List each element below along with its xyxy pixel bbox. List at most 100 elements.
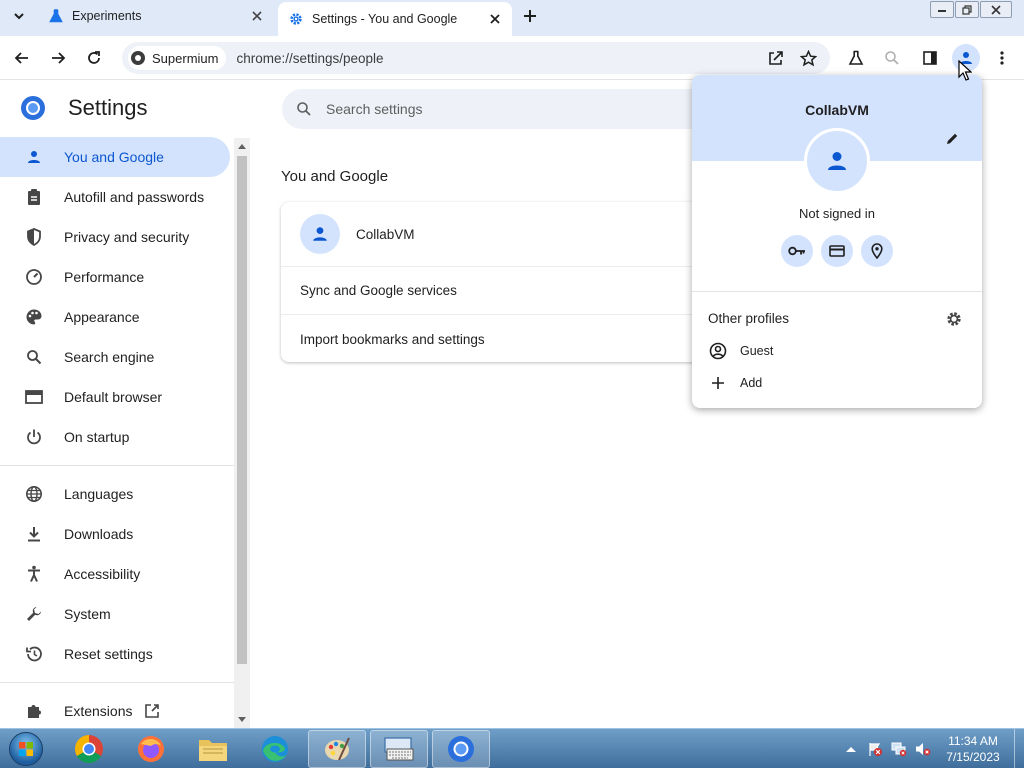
sidebar-item-label: Autofill and passwords: [64, 189, 205, 205]
sidebar-item-label: Performance: [64, 269, 145, 285]
url-text[interactable]: chrome://settings/people: [236, 51, 383, 66]
guest-profile-item[interactable]: Guest: [708, 339, 773, 363]
experiments-button[interactable]: [842, 44, 870, 72]
search-lens-button[interactable]: [878, 44, 906, 72]
scroll-down-arrow-icon[interactable]: [234, 712, 250, 728]
tab-settings[interactable]: Settings - You and Google: [278, 2, 512, 36]
reload-icon: [88, 51, 100, 64]
reload-button[interactable]: [80, 44, 108, 72]
taskbar-paint[interactable]: [308, 730, 366, 768]
manage-profiles-button[interactable]: [944, 309, 964, 329]
back-button[interactable]: [8, 44, 36, 72]
sync-services-row[interactable]: Sync and Google services: [281, 267, 711, 315]
address-bar[interactable]: Supermium chrome://settings/people: [122, 42, 830, 74]
volume-muted-icon[interactable]: [914, 740, 932, 758]
mouse-cursor: [958, 59, 973, 82]
tab-title: Settings - You and Google: [312, 12, 458, 26]
download-icon: [24, 524, 44, 544]
forward-button[interactable]: [44, 44, 72, 72]
pencil-icon: [947, 133, 958, 144]
sidebar-item-label: Languages: [64, 486, 134, 502]
start-button[interactable]: [4, 730, 48, 768]
restore-button[interactable]: [955, 1, 979, 18]
sidebar-item-on-startup[interactable]: On startup: [0, 417, 234, 457]
quick-actions: [781, 235, 901, 267]
sidebar-item-autofill[interactable]: Autofill and passwords: [0, 177, 234, 217]
addresses-button[interactable]: [861, 235, 893, 267]
palette-icon: [24, 307, 44, 327]
bookmark-star-button[interactable]: [796, 46, 820, 70]
share-button[interactable]: [764, 46, 788, 70]
location-pin-icon: [871, 243, 883, 259]
plus-icon: [708, 373, 728, 393]
search-icon: [294, 99, 314, 119]
sidebar-item-default-browser[interactable]: Default browser: [0, 377, 234, 417]
taskbar-supermium[interactable]: [432, 730, 490, 768]
sidebar-item-search-engine[interactable]: Search engine: [0, 337, 234, 377]
power-icon: [24, 427, 44, 447]
search-settings[interactable]: [282, 89, 722, 129]
tab-experiments[interactable]: Experiments: [36, 0, 274, 32]
show-desktop-button[interactable]: [1014, 729, 1024, 768]
edit-profile-button[interactable]: [942, 129, 962, 149]
sidebar-item-you-and-google[interactable]: You and Google: [0, 137, 230, 177]
site-chip[interactable]: Supermium: [128, 46, 227, 70]
supermium-logo-icon: [130, 50, 146, 66]
open-in-new-icon: [144, 703, 160, 719]
firefox-icon: [138, 736, 164, 762]
wrench-icon: [24, 604, 44, 624]
you-and-google-card: CollabVM Sync and Google services Import…: [281, 202, 711, 362]
sidebar-item-languages[interactable]: Languages: [0, 474, 234, 514]
taskbar-explorer[interactable]: [184, 730, 242, 768]
globe-icon: [24, 484, 44, 504]
scroll-up-arrow-icon[interactable]: [234, 138, 250, 154]
sidebar-item-downloads[interactable]: Downloads: [0, 514, 234, 554]
sidebar-item-performance[interactable]: Performance: [0, 257, 234, 297]
taskbar-edge[interactable]: [246, 730, 304, 768]
taskbar-firefox[interactable]: [122, 730, 180, 768]
sidebar-item-appearance[interactable]: Appearance: [0, 297, 234, 337]
close-icon[interactable]: [486, 10, 504, 28]
sidebar-item-accessibility[interactable]: Accessibility: [0, 554, 234, 594]
taskbar-onscreen-keyboard[interactable]: [370, 730, 428, 768]
close-icon[interactable]: [248, 7, 266, 25]
taskbar-chrome[interactable]: [60, 730, 118, 768]
import-bookmarks-row[interactable]: Import bookmarks and settings: [281, 315, 711, 362]
search-input[interactable]: [326, 101, 706, 117]
action-center-flag-icon[interactable]: [866, 740, 884, 758]
close-window-button[interactable]: [980, 1, 1012, 18]
gear-icon: [947, 312, 961, 326]
minimize-button[interactable]: [930, 1, 954, 18]
sidebar-scrollbar[interactable]: [234, 138, 250, 728]
show-hidden-icons-button[interactable]: [842, 740, 860, 758]
other-profiles-heading: Other profiles: [708, 311, 790, 326]
flask-icon: [48, 8, 64, 24]
tab-strip: Experiments Settings - You and Google: [0, 0, 1024, 36]
person-icon: [313, 227, 327, 241]
network-icon[interactable]: [890, 740, 908, 758]
tab-title: Experiments: [72, 9, 142, 23]
avatar: [804, 128, 870, 194]
sidebar-item-system[interactable]: System: [0, 594, 234, 634]
scrollbar-thumb[interactable]: [237, 156, 247, 664]
payment-methods-button[interactable]: [821, 235, 853, 267]
side-panel-button[interactable]: [916, 44, 944, 72]
history-icon: [24, 644, 44, 664]
more-vert-icon: [1000, 51, 1004, 65]
sidebar-item-label: Default browser: [64, 389, 163, 405]
sidebar-item-reset[interactable]: Reset settings: [0, 634, 234, 674]
sidebar-item-privacy[interactable]: Privacy and security: [0, 217, 234, 257]
profile-row[interactable]: CollabVM: [281, 202, 711, 267]
key-icon: [788, 246, 805, 256]
system-tray: 11:34 AM 7/15/2023: [836, 729, 1024, 768]
sidebar-item-label: You and Google: [64, 149, 164, 165]
passwords-button[interactable]: [781, 235, 813, 267]
add-profile-item[interactable]: Add: [708, 371, 762, 395]
sidebar-item-extensions[interactable]: Extensions: [0, 691, 234, 728]
person-icon: [828, 152, 846, 170]
menu-button[interactable]: [988, 44, 1016, 72]
add-label: Add: [740, 376, 763, 390]
tab-search-button[interactable]: [6, 4, 32, 28]
new-tab-button[interactable]: [518, 4, 542, 28]
taskbar-clock[interactable]: 11:34 AM 7/15/2023: [938, 733, 1008, 765]
